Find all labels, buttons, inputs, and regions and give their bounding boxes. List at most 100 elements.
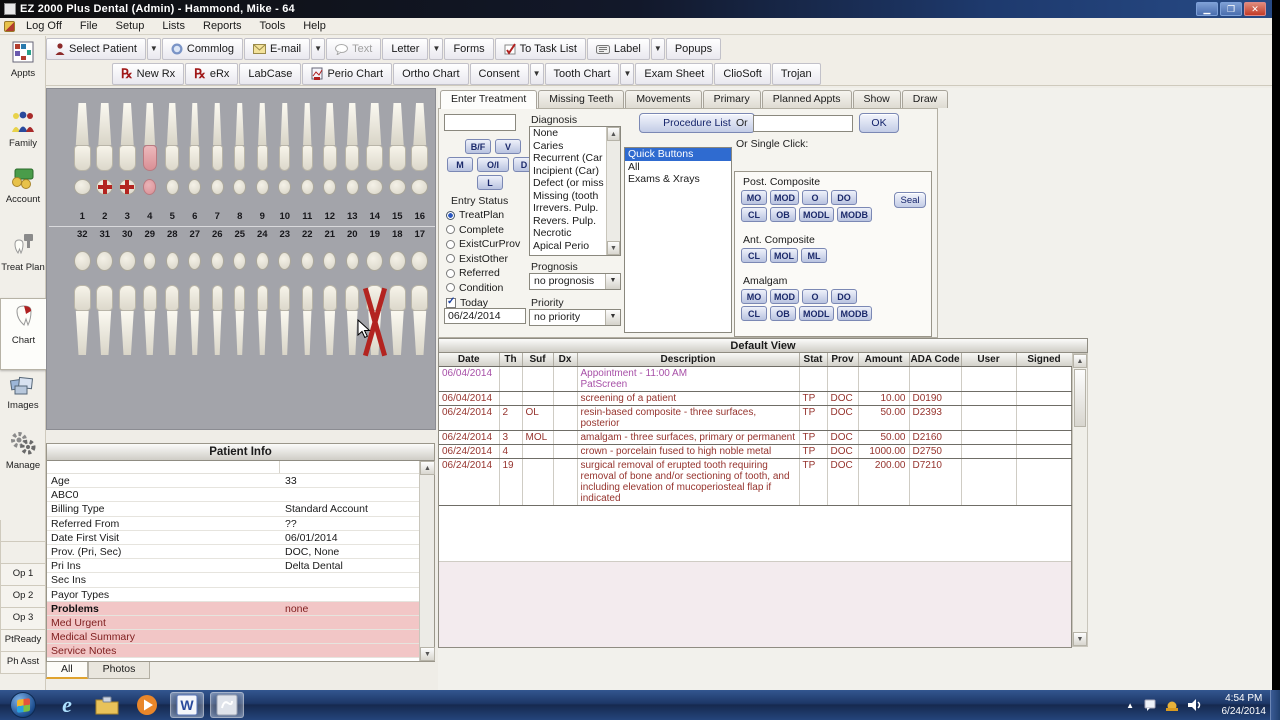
tooth-7[interactable] [206, 179, 229, 195]
surface-oi-button[interactable]: O/I [477, 157, 509, 172]
volume-icon[interactable] [1188, 699, 1202, 711]
tab-draw[interactable]: Draw [901, 90, 949, 108]
tooth-31[interactable] [94, 279, 117, 355]
tooth-4[interactable] [139, 97, 162, 171]
tooth-20[interactable] [341, 252, 364, 270]
tooth-12[interactable] [319, 179, 342, 195]
table-row[interactable]: 06/24/2014 4 crown - porcelain fused to hi… [439, 444, 1073, 459]
diagnosis-item[interactable]: Defect (or miss [530, 177, 606, 190]
tooth-16[interactable] [409, 97, 432, 171]
tooth-23[interactable] [274, 252, 297, 270]
menu-item-log-off[interactable]: Log Off [17, 19, 71, 33]
erx-button[interactable]: ℞ eRx [185, 62, 239, 85]
tooth-28[interactable] [161, 279, 184, 355]
tooth-30[interactable] [116, 251, 139, 271]
tooth-31[interactable] [94, 251, 117, 271]
start-button[interactable] [10, 692, 36, 718]
sidebar-item-appts[interactable]: Appts [0, 36, 46, 106]
tooth-24[interactable] [251, 279, 274, 355]
select-patient-caret[interactable]: ▼ [146, 38, 161, 60]
chevron-down-icon[interactable]: ▼ [605, 274, 620, 289]
menu-item-help[interactable]: Help [294, 19, 335, 33]
op-button-ph-asst[interactable]: Ph Asst [0, 652, 46, 674]
column-header-amount[interactable]: Amount [858, 353, 910, 367]
diagnosis-item[interactable]: Recurrent (Car [530, 152, 606, 165]
ok-button[interactable]: OK [859, 113, 899, 133]
op-button-op-3[interactable]: Op 3 [0, 608, 46, 630]
menu-item-lists[interactable]: Lists [153, 19, 194, 33]
perio-chart-button[interactable]: Perio Chart [302, 62, 393, 85]
category-item-all[interactable]: All [625, 161, 731, 174]
tab-enter-treatment[interactable]: Enter Treatment [440, 90, 538, 109]
entry-status-complete[interactable]: Complete [446, 224, 504, 236]
show-desktop-button[interactable] [1270, 690, 1280, 720]
tooth-28[interactable] [161, 252, 184, 270]
maximize-button[interactable]: ❐ [1220, 2, 1242, 16]
quick-button-mol[interactable]: MOL [770, 248, 798, 263]
tooth-29[interactable] [139, 279, 162, 355]
menu-item-setup[interactable]: Setup [107, 19, 154, 33]
surface-m-button[interactable]: M [447, 157, 473, 172]
scroll-down-icon[interactable]: ▼ [420, 647, 435, 661]
chevron-down-icon[interactable]: ▼ [605, 310, 620, 325]
quick-button-modb[interactable]: MODB [836, 306, 872, 321]
scroll-up-icon[interactable]: ▲ [607, 127, 620, 141]
sidebar-item-manage[interactable]: Manage [0, 426, 46, 484]
quick-button-do[interactable]: DO [831, 289, 857, 304]
tooth-entry-input[interactable] [444, 114, 516, 131]
quick-button-modl[interactable]: MODL [799, 207, 834, 222]
prognosis-dropdown[interactable]: no prognosis ▼ [529, 273, 621, 290]
op-button-op-2[interactable]: Op 2 [0, 586, 46, 608]
table-row[interactable]: 06/24/2014 19 surgical removal of erupted … [439, 458, 1073, 506]
surface-l-button[interactable]: L [477, 175, 503, 190]
tooth-23[interactable] [274, 279, 297, 355]
entry-status-treatplan[interactable]: TreatPlan [446, 209, 504, 221]
surface-v-button[interactable]: V [495, 139, 521, 154]
sidebar-item-family[interactable]: Family [0, 106, 46, 162]
quick-button-o[interactable]: O [802, 190, 828, 205]
category-listbox[interactable]: Quick Buttons All Exams & Xrays [624, 147, 732, 333]
scroll-up-icon[interactable]: ▲ [1073, 354, 1087, 368]
column-header-signed[interactable]: Signed [1016, 353, 1073, 367]
diagnosis-listbox[interactable]: None Caries Recurrent (Car Incipient (Car) D… [529, 126, 621, 256]
email-button[interactable]: E-mail [243, 38, 311, 60]
scroll-down-icon[interactable]: ▼ [1073, 632, 1087, 646]
column-header-th[interactable]: Th [499, 353, 523, 367]
quick-button-mo[interactable]: MO [741, 190, 767, 205]
tooth-6[interactable] [184, 97, 207, 171]
label-button[interactable]: Label [586, 38, 650, 60]
tooth-19[interactable] [364, 279, 387, 355]
table-scrollbar[interactable]: ▲ ▼ [1072, 353, 1088, 647]
new-rx-button[interactable]: ℞ New Rx [112, 62, 185, 85]
tooth-chart-button[interactable]: Tooth Chart [544, 62, 620, 85]
tooth-18[interactable] [386, 279, 409, 355]
tab-primary[interactable]: Primary [702, 90, 761, 108]
table-row[interactable]: 06/04/2014 screening of a patient TP DOC 10.… [439, 391, 1073, 406]
tooth-21[interactable] [319, 252, 342, 270]
folder-icon[interactable] [90, 692, 124, 718]
diagnosis-item[interactable]: Necrotic [530, 227, 606, 240]
tooth-10[interactable] [274, 97, 297, 171]
tab-missing-teeth[interactable]: Missing Teeth [538, 90, 625, 108]
tooth-7[interactable] [206, 97, 229, 171]
quick-button-cl[interactable]: CL [741, 207, 767, 222]
tooth-13[interactable] [341, 97, 364, 171]
sidebar-item-treatplan[interactable]: Treat Plan [0, 228, 46, 298]
tooth-19[interactable] [364, 251, 387, 271]
tooth-30[interactable] [116, 279, 139, 355]
close-button[interactable]: ✕ [1244, 2, 1266, 16]
diagnosis-item[interactable]: Revers. Pulp. [530, 215, 606, 228]
consent-button[interactable]: Consent [469, 62, 529, 85]
quick-button-modl[interactable]: MODL [799, 306, 834, 321]
tooth-16[interactable] [409, 179, 432, 195]
quick-button-cl[interactable]: CL [741, 248, 767, 263]
procedure-code-input[interactable] [753, 115, 853, 132]
table-row[interactable]: 06/04/2014 Appointment - 11:00 AM PatScre… [439, 366, 1073, 392]
tooth-13[interactable] [341, 179, 364, 195]
internet-explorer-icon[interactable]: e [50, 692, 84, 718]
entry-status-existother[interactable]: ExistOther [446, 253, 508, 265]
quick-button-ob[interactable]: OB [770, 207, 796, 222]
diagnosis-item[interactable]: Irrevers. Pulp. [530, 202, 606, 215]
surface-bf-button[interactable]: B/F [465, 139, 491, 154]
patient-info-scrollbar[interactable]: ▲ ▼ [419, 461, 435, 661]
